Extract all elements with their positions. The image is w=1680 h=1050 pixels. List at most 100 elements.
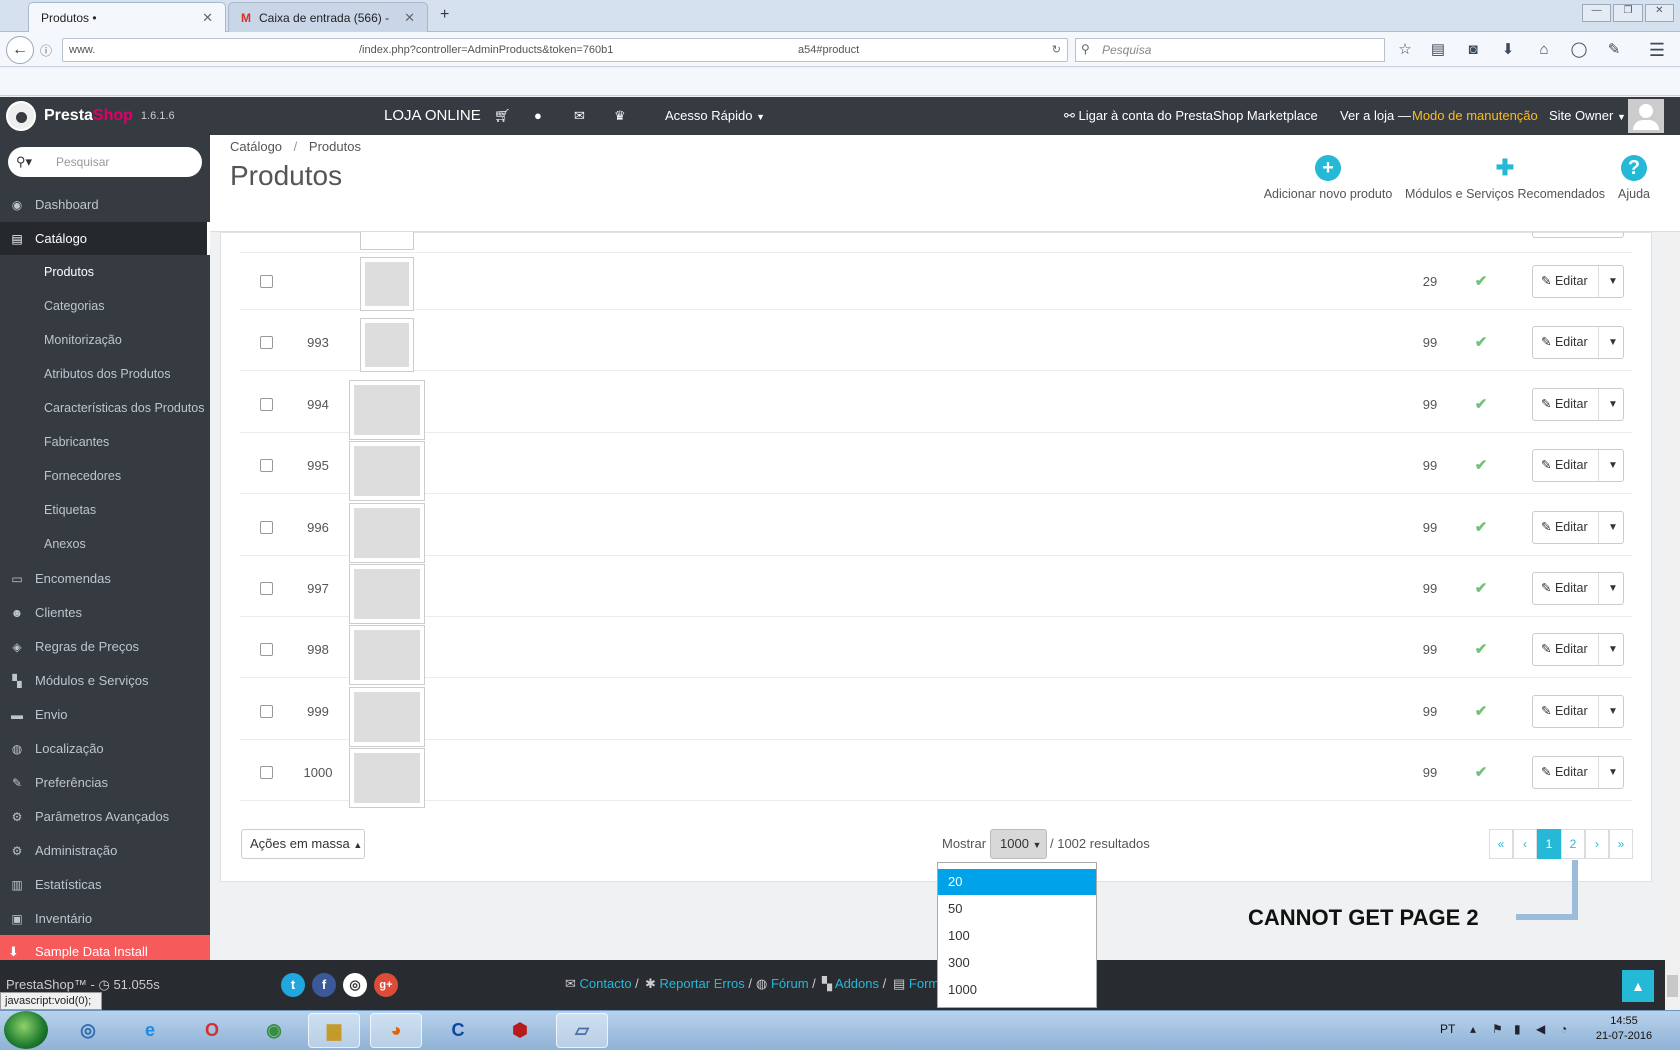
sidebar-subitem-attachments[interactable]: Anexos	[0, 527, 210, 561]
opera-icon[interactable]: O	[186, 1013, 238, 1048]
tray-arrow-icon[interactable]: ▴	[1470, 1022, 1476, 1036]
minimize-button[interactable]: —	[1582, 4, 1612, 22]
marketplace-link[interactable]: ⚯ Ligar à conta do PrestaShop Marketplac…	[1064, 97, 1318, 135]
file-explorer-icon[interactable]: ▆	[308, 1013, 360, 1048]
edit-button[interactable]: ✎ Editar	[1533, 266, 1599, 297]
language-indicator[interactable]: PT	[1440, 1022, 1455, 1036]
cart-icon[interactable]: 🛒︎	[494, 97, 511, 135]
chrome-icon[interactable]: ◉	[248, 1013, 300, 1048]
tools-icon[interactable]: ✎	[1603, 40, 1625, 60]
game-app-icon[interactable]: ⬢	[494, 1013, 546, 1048]
avatar[interactable]	[1628, 99, 1664, 133]
internet-explorer-icon[interactable]: e	[124, 1013, 176, 1048]
footer-link-bug[interactable]: ✱ Reportar Erros /	[645, 976, 752, 992]
edit-button[interactable]: ✎ Editar	[1533, 512, 1599, 543]
close-icon[interactable]: ✕	[404, 10, 415, 26]
googleplus-icon[interactable]: g+	[374, 973, 398, 997]
store-name[interactable]: LOJA ONLINE	[384, 97, 481, 135]
check-icon[interactable]: ✔	[1466, 621, 1496, 678]
caret-down-icon[interactable]: ▼	[1605, 389, 1621, 420]
page-scrollbar[interactable]	[1665, 232, 1680, 1010]
check-icon[interactable]: ✔	[1466, 437, 1496, 494]
footer-link-forum[interactable]: ◍ Fórum /	[756, 976, 816, 992]
reload-icon[interactable]: ↻	[1052, 39, 1061, 61]
trophy-icon[interactable]: ♛	[614, 97, 626, 135]
quick-access-menu[interactable]: Acesso Rápido ▼	[665, 97, 765, 135]
prestashop-logo[interactable]: PrestaShop 1.6.1.6	[0, 97, 210, 135]
search-icon[interactable]: ⚲▾	[16, 154, 32, 170]
sidebar-item-preferences[interactable]: ✎ Preferências	[0, 766, 210, 800]
view-store-link[interactable]: Ver a loja —	[1340, 97, 1411, 135]
menu-icon[interactable]: ☰	[1646, 40, 1668, 60]
close-window-button[interactable]: ✕	[1644, 4, 1674, 22]
browser-tab-inbox[interactable]: M Caixa de entrada (566) - ✕	[228, 2, 428, 32]
caret-down-icon[interactable]: ▼	[1605, 450, 1621, 481]
help-button[interactable]: ? Ajuda	[1612, 155, 1656, 201]
footer-link-addons[interactable]: ▚ Addons /	[822, 976, 886, 992]
per-page-option-300[interactable]: 300	[938, 950, 1096, 976]
sidebar-item-administration[interactable]: ⚙ Administração	[0, 834, 210, 868]
network-icon[interactable]: ▮	[1514, 1022, 1521, 1036]
row-checkbox[interactable]	[260, 336, 273, 349]
pagination-first[interactable]: «	[1489, 829, 1513, 859]
row-checkbox[interactable]	[260, 275, 273, 288]
per-page-option-20[interactable]: 20	[938, 869, 1096, 895]
notepad-icon[interactable]: ▱	[556, 1013, 608, 1048]
caret-down-icon[interactable]: ▼	[1605, 512, 1621, 543]
back-arrow-icon[interactable]: ←	[6, 36, 34, 64]
check-icon[interactable]: ✔	[1466, 499, 1496, 556]
table-row[interactable]: 1000 99 ✔ ✎ Editar ▼	[240, 744, 1632, 808]
star-icon[interactable]: ☆	[1394, 40, 1416, 60]
breadcrumb-parent[interactable]: Catálogo	[230, 139, 282, 154]
pagination-last[interactable]: »	[1609, 829, 1633, 859]
check-icon[interactable]: ✔	[1466, 560, 1496, 617]
table-row[interactable]: 994 99 ✔ ✎ Editar ▼	[240, 376, 1632, 440]
scroll-top-button[interactable]: ▲	[1622, 970, 1654, 1002]
edit-button[interactable]: ✎ Editar	[1533, 450, 1599, 481]
edit-button[interactable]: ✎ Editar	[1533, 634, 1599, 665]
sidebar-subitem-tags[interactable]: Etiquetas	[0, 493, 210, 527]
sidebar-subitem-suppliers[interactable]: Fornecedores	[0, 459, 210, 493]
sidebar-item-orders[interactable]: ▭ Encomendas	[0, 562, 210, 596]
caret-down-icon[interactable]: ▼	[1605, 327, 1621, 358]
edit-button[interactable]: ✎ Editar	[1533, 327, 1599, 358]
chat-icon[interactable]: ◯	[1568, 40, 1590, 60]
flag-icon[interactable]: ⚑	[1492, 1022, 1503, 1036]
pagination-page-1[interactable]: 1	[1537, 829, 1561, 859]
check-icon[interactable]: ✔	[1466, 253, 1496, 310]
check-icon[interactable]: ✔	[1466, 376, 1496, 433]
caret-down-icon[interactable]: ▼	[1605, 757, 1621, 788]
table-row[interactable]: 29 ✔ ✎ Editar ▼	[240, 253, 1632, 311]
maximize-button[interactable]: ❐	[1613, 4, 1643, 22]
table-row[interactable]: 993 99 ✔ ✎ Editar ▼	[240, 314, 1632, 372]
sidebar-search-input[interactable]: Pesquisar	[8, 147, 202, 177]
download-icon[interactable]: ⬇	[1497, 40, 1519, 60]
sidebar-item-stats[interactable]: ▥ Estatísticas	[0, 868, 210, 902]
caret-down-icon[interactable]: ▼	[1605, 573, 1621, 604]
bulk-actions-button[interactable]: Ações em massa ▲	[241, 829, 365, 859]
twitter-icon[interactable]: t	[281, 973, 305, 997]
table-row[interactable]: 996 99 ✔ ✎ Editar ▼	[240, 499, 1632, 563]
sidebar-item-customers[interactable]: ☻ Clientes	[0, 596, 210, 630]
pagination-page-2[interactable]: 2	[1561, 829, 1585, 859]
add-product-button[interactable]: + Adicionar novo produto	[1258, 155, 1398, 201]
sidebar-subitem-manufacturers[interactable]: Fabricantes	[0, 425, 210, 459]
info-icon[interactable]: ⓘ	[40, 42, 52, 59]
user-icon[interactable]: ●	[534, 97, 542, 135]
check-icon[interactable]: ✔	[1466, 683, 1496, 740]
sidebar-subitem-categories[interactable]: Categorias	[0, 289, 210, 323]
address-bar[interactable]: www. /index.php?controller=AdminProducts…	[62, 38, 1068, 62]
sidebar-item-modules[interactable]: ▚ Módulos e Serviços	[0, 664, 210, 698]
table-row[interactable]: 997 99 ✔ ✎ Editar ▼	[240, 560, 1632, 624]
home-icon[interactable]: ⌂	[1533, 40, 1555, 60]
per-page-option-1000[interactable]: 1000	[938, 977, 1096, 1003]
sidebar-item-advanced-params[interactable]: ⚙ Parâmetros Avançados	[0, 800, 210, 834]
firefox-icon[interactable]: ◕	[370, 1013, 422, 1048]
sidebar-subitem-products[interactable]: Produtos	[0, 255, 210, 289]
edit-button[interactable]: ✎ Editar	[1533, 696, 1599, 727]
sidebar-subitem-features[interactable]: Características dos Produtos	[0, 391, 210, 425]
pagination-next[interactable]: ›	[1585, 829, 1609, 859]
footer-link-contact[interactable]: ✉ Contacto /	[565, 976, 639, 992]
sidebar-item-shipping[interactable]: ▬ Envio	[0, 698, 210, 732]
sidebar-item-inventory[interactable]: ▣ Inventário	[0, 902, 210, 936]
